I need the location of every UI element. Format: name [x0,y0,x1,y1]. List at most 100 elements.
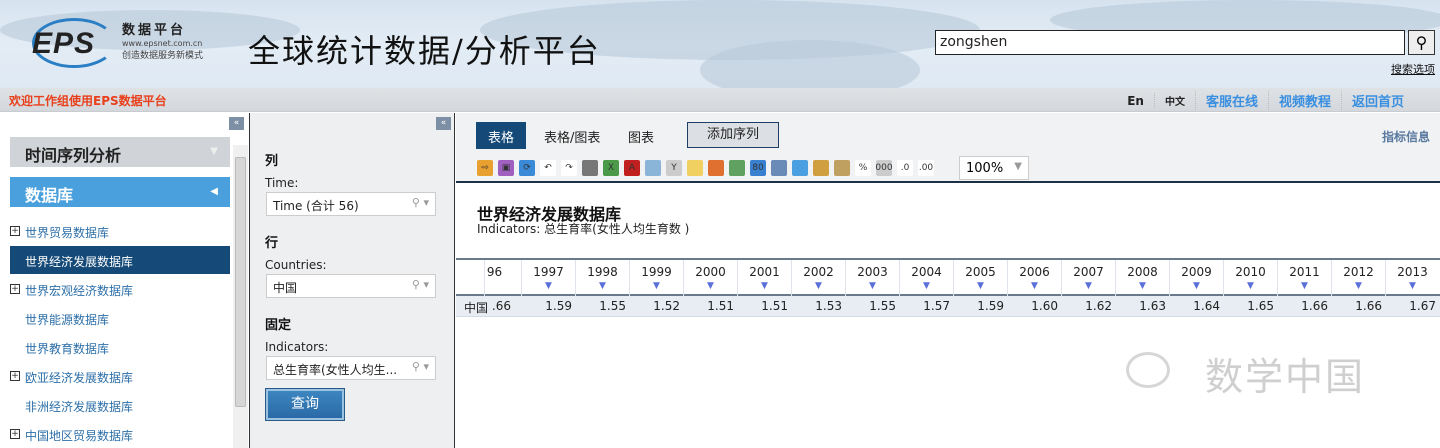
freeze-icon[interactable] [792,160,808,176]
year-header[interactable]: 2007 ▼ [1061,260,1115,296]
table-cell: 1.52 [653,299,680,313]
year-header[interactable]: 1998 ▼ [575,260,629,296]
zoom-select[interactable]: 100% ▼ [959,156,1029,180]
sidebar-scrollbar[interactable] [233,145,248,448]
sidebar-item-db[interactable]: 非洲经济发展数据库 [10,391,230,419]
sort-arrow-icon[interactable]: ▼ [1224,281,1277,291]
year-header[interactable]: 2011 ▼ [1277,260,1331,296]
sort-arrow-icon[interactable]: ▼ [576,281,629,291]
year-header[interactable]: 2012 ▼ [1331,260,1385,296]
row-label: 中国 [464,301,489,315]
sort-arrow-icon[interactable]: ▼ [1332,281,1385,291]
lang-zh[interactable]: 中文 [1153,93,1195,108]
year-header[interactable]: 2004 ▼ [899,260,953,296]
sort-arrow-icon[interactable]: ▼ [846,281,899,291]
pdf-icon[interactable]: A [624,160,640,176]
copy-icon[interactable] [645,160,661,176]
indicators-label: Indicators: [265,340,329,354]
sidebar-item-db[interactable]: + 欧亚经济发展数据库 [10,362,230,390]
year-header[interactable]: 2002 ▼ [791,260,845,296]
tab-table[interactable]: 表格 [476,122,527,149]
year-header[interactable]: 2009 ▼ [1169,260,1223,296]
undo-icon[interactable]: ↶ [540,160,556,176]
increase-decimal-icon[interactable]: .0 [897,160,913,176]
sidebar-item-db[interactable]: + 世界贸易数据库 [10,217,230,245]
sidebar-item-db[interactable]: + 世界宏观经济数据库 [10,275,230,303]
time-select[interactable]: Time (合计 56) ⚲ ▾ [266,192,436,216]
table-cell: 1.55 [599,299,626,313]
search-input[interactable]: zongshen [935,30,1405,55]
sort-arrow-icon[interactable]: ▼ [792,281,845,291]
year-header[interactable]: 2013 ▼ [1385,260,1439,296]
sidebar-timeseries-section[interactable]: 时间序列分析 ▼ [10,137,230,167]
video-tutorial-link[interactable]: 视频教程 [1267,91,1341,110]
year-header[interactable]: 2010 ▼ [1223,260,1277,296]
expand-plus-icon[interactable]: + [10,429,20,439]
percent-icon[interactable]: % [855,160,871,176]
excel-icon[interactable]: X [603,160,619,176]
search-button[interactable]: ⚲ [1408,30,1435,55]
indicator-info-link[interactable]: 指标信息 [1382,128,1430,145]
sidebar-database-section[interactable]: 数据库 ◀ [10,177,230,207]
sort-arrow-icon[interactable]: ▼ [630,281,683,291]
percent-change-icon[interactable] [813,160,829,176]
scrollbar-thumb[interactable] [235,157,246,407]
tab-table-chart[interactable]: 表格/图表 [532,122,612,149]
sort-arrow-icon[interactable]: ▼ [684,281,737,291]
expand-plus-icon[interactable]: + [10,371,20,381]
year-header[interactable]: 2001 ▼ [737,260,791,296]
year-header[interactable]: 2005 ▼ [953,260,1007,296]
calc-icon[interactable] [834,160,850,176]
sidebar-item-db[interactable]: 世界能源数据库 [10,304,230,332]
sort-arrow-icon[interactable]: ▼ [1386,281,1439,291]
sort-arrow-icon[interactable]: ▼ [1278,281,1331,291]
table-icon[interactable] [771,160,787,176]
table-cell: 1.51 [761,299,788,313]
export-icon[interactable]: ⇨ [477,160,493,176]
year-header[interactable]: 1997 ▼ [521,260,575,296]
sidebar-item-db[interactable]: 世界教育数据库 [10,333,230,361]
grid-icon[interactable] [708,160,724,176]
sidebar-item-db[interactable]: 世界经济发展数据库 [10,246,230,274]
year-header[interactable]: 2008 ▼ [1115,260,1169,296]
countries-select[interactable]: 中国 ⚲ ▾ [266,274,436,298]
save-icon[interactable]: ▣ [498,160,514,176]
home-link[interactable]: 返回首页 [1340,91,1414,110]
year-header[interactable]: 2003 ▼ [845,260,899,296]
year-header[interactable]: 1999 ▼ [629,260,683,296]
redo-icon[interactable]: ↷ [561,160,577,176]
sort-arrow-icon[interactable]: ▼ [1008,281,1061,291]
sort-arrow-icon[interactable]: ▼ [1170,281,1223,291]
table-cell: 1.60 [1031,299,1058,313]
sort-arrow-icon[interactable]: ▼ [738,281,791,291]
filter-icon[interactable]: Y [666,160,682,176]
add-series-button[interactable]: 添加序列 [687,122,779,148]
online-service-link[interactable]: 客服在线 [1194,91,1268,110]
fixed-heading: 固定 [265,318,292,333]
print-icon[interactable] [582,160,598,176]
sort-arrow-icon[interactable]: ▼ [522,281,575,291]
year-header[interactable]: 2006 ▼ [1007,260,1061,296]
collapse-filter-button[interactable]: « [436,117,451,130]
sort-arrow-icon[interactable]: ▼ [1062,281,1115,291]
tab-chart[interactable]: 图表 [616,122,666,149]
decrease-decimal-icon[interactable]: .00 [918,160,934,176]
lang-en[interactable]: En [1117,94,1154,108]
sort-arrow-icon[interactable]: ▼ [954,281,1007,291]
highlight-icon[interactable] [687,160,703,176]
query-button[interactable]: 查询 [265,388,345,421]
thousands-icon[interactable]: 000 [875,160,893,176]
sort-arrow-icon[interactable]: ▼ [900,281,953,291]
layout-icon[interactable] [729,160,745,176]
sort-arrow-icon[interactable]: ▼ [1116,281,1169,291]
collapse-sidebar-button[interactable]: « [229,117,244,130]
sidebar-item-db[interactable]: + 中国地区贸易数据库 [10,420,230,448]
chevron-down-icon: ▼ [1014,161,1022,172]
expand-plus-icon[interactable]: + [10,226,20,236]
year-header[interactable]: 2000 ▼ [683,260,737,296]
indicators-select[interactable]: 总生育率(女性人均生... ⚲ ▾ [266,356,436,380]
search-options-link[interactable]: 搜索选项 [1391,61,1435,77]
expand-plus-icon[interactable]: + [10,284,20,294]
refresh-icon[interactable]: ⟳ [519,160,535,176]
number-format-icon[interactable]: 80 [750,160,766,176]
